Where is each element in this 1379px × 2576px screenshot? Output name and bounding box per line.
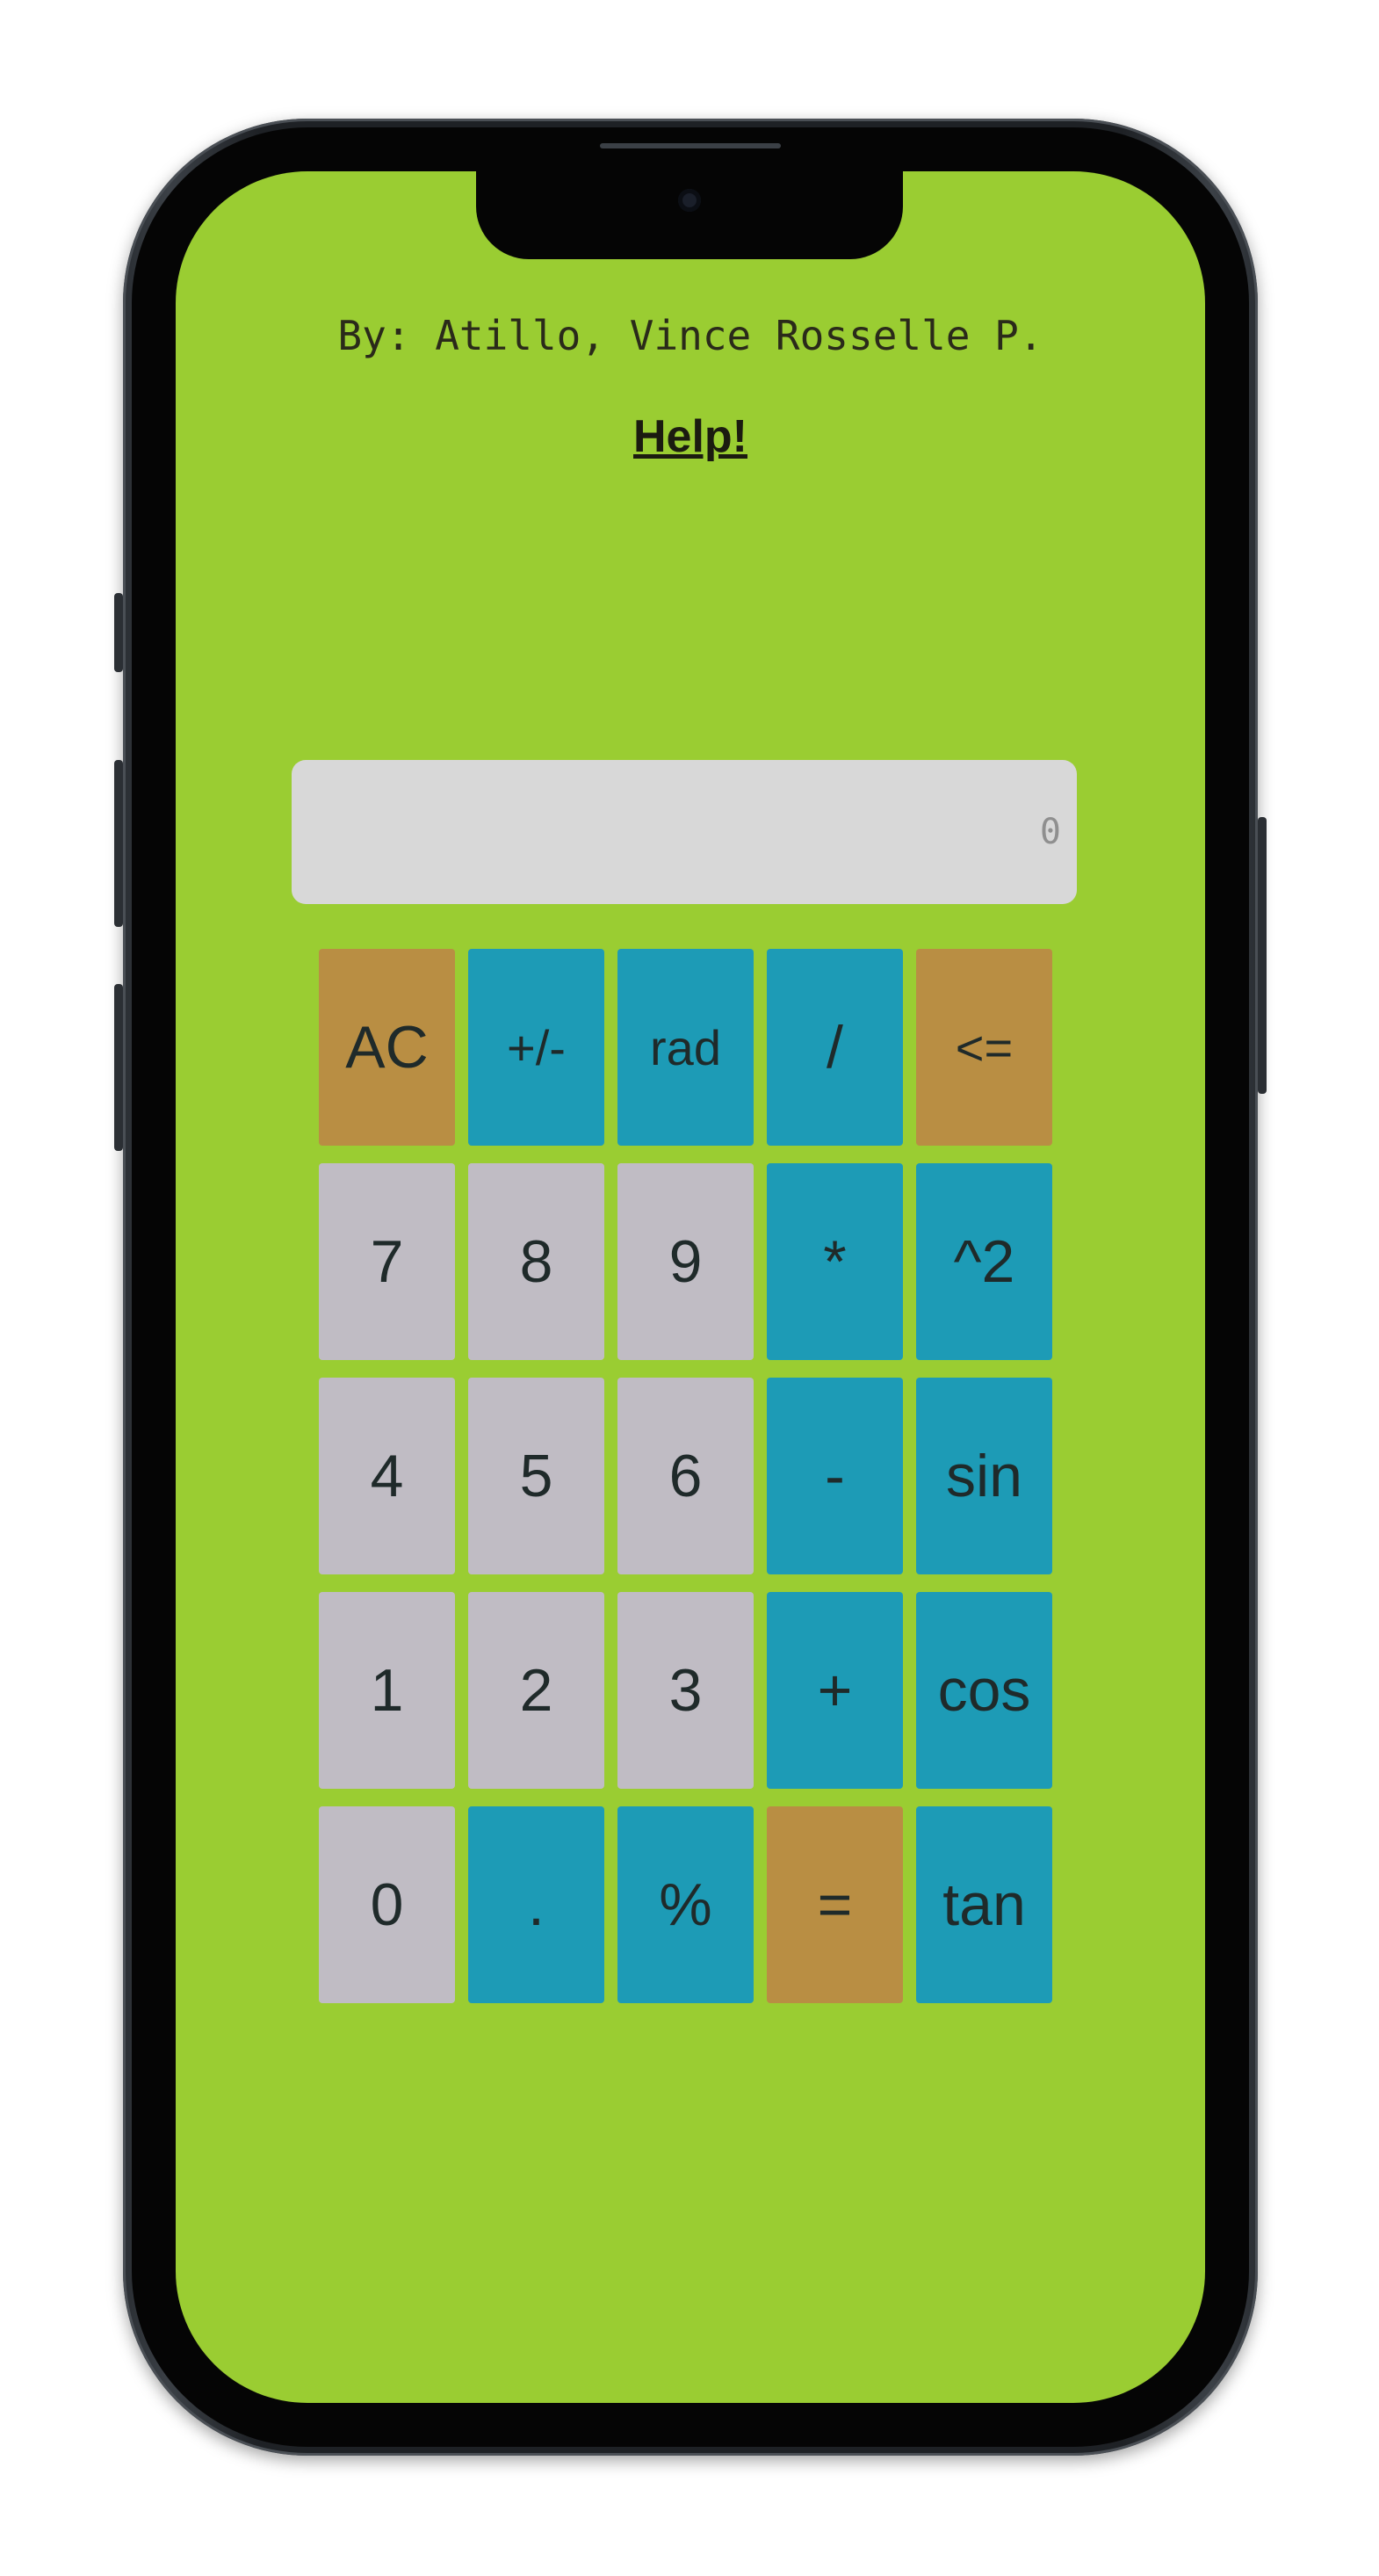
phone-frame: By: Atillo, Vince Rosselle P. Help! 0 AC…: [114, 119, 1267, 2456]
key-equals[interactable]: =: [767, 1806, 903, 2003]
key-3[interactable]: 3: [617, 1592, 754, 1789]
key-square[interactable]: ^2: [916, 1163, 1052, 1360]
key-rad[interactable]: rad: [617, 949, 754, 1146]
key-sin[interactable]: sin: [916, 1378, 1052, 1574]
calculator-display: 0: [292, 760, 1077, 904]
key-decimal[interactable]: .: [468, 1806, 604, 2003]
key-plus-minus[interactable]: +/-: [468, 949, 604, 1146]
phone-power-button: [1258, 817, 1267, 1094]
help-link[interactable]: Help!: [176, 410, 1205, 463]
camera-notch: [476, 171, 903, 259]
key-8[interactable]: 8: [468, 1163, 604, 1360]
key-backspace[interactable]: <=: [916, 949, 1052, 1146]
key-0[interactable]: 0: [319, 1806, 455, 2003]
key-subtract[interactable]: -: [767, 1378, 903, 1574]
phone-volume-up: [114, 760, 123, 927]
speaker-grille: [600, 143, 781, 148]
key-percent[interactable]: %: [617, 1806, 754, 2003]
key-add[interactable]: +: [767, 1592, 903, 1789]
key-1[interactable]: 1: [319, 1592, 455, 1789]
key-2[interactable]: 2: [468, 1592, 604, 1789]
key-9[interactable]: 9: [617, 1163, 754, 1360]
camera-icon: [678, 189, 701, 212]
phone-side-button: [114, 593, 123, 672]
author-byline: By: Atillo, Vince Rosselle P.: [337, 312, 1043, 359]
key-5[interactable]: 5: [468, 1378, 604, 1574]
key-4[interactable]: 4: [319, 1378, 455, 1574]
key-tan[interactable]: tan: [916, 1806, 1052, 2003]
key-7[interactable]: 7: [319, 1163, 455, 1360]
phone-volume-down: [114, 984, 123, 1151]
calculator-keypad: AC +/- rad / <= 7 8 9 * ^2 4 5 6 - sin 1…: [319, 949, 1057, 2003]
key-6[interactable]: 6: [617, 1378, 754, 1574]
key-cos[interactable]: cos: [916, 1592, 1052, 1789]
app-screen: By: Atillo, Vince Rosselle P. Help! 0 AC…: [176, 171, 1205, 2403]
display-value: 0: [1039, 812, 1061, 852]
key-all-clear[interactable]: AC: [319, 949, 455, 1146]
key-divide[interactable]: /: [767, 949, 903, 1146]
key-multiply[interactable]: *: [767, 1163, 903, 1360]
